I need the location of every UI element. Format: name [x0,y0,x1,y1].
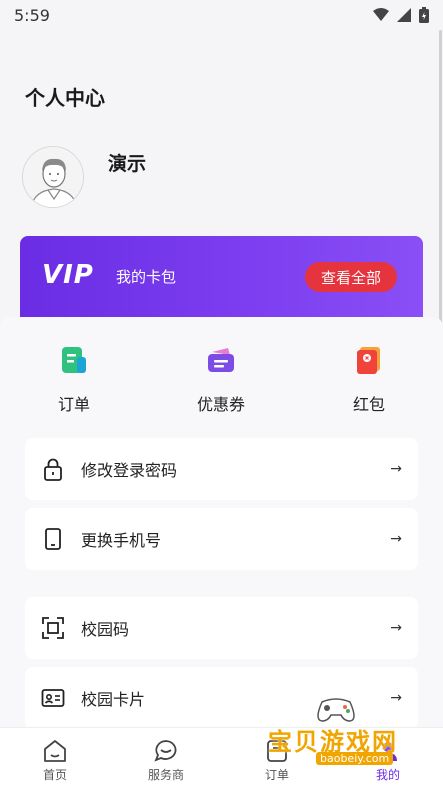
shortcut-order[interactable]: 订单 [29,345,119,415]
tab-service-provider-label: 服务商 [147,768,184,782]
vip-card-label: 我的卡包 [116,268,177,286]
avatar-illustration-icon [23,147,83,207]
phone-icon [45,528,61,550]
view-all-button[interactable]: 查看全部 [305,262,397,292]
menu-campus-card[interactable]: 校园卡片 → [25,667,418,729]
avatar[interactable] [22,146,84,208]
menu-campus-code-label: 校园码 [81,620,130,639]
shortcut-coupon[interactable]: 优惠券 [176,345,266,415]
menu-campus-code[interactable]: 校园码 → [25,597,418,659]
shortcut-coupon-label: 优惠券 [196,395,245,414]
menu-change-phone[interactable]: 更换手机号 → [25,508,418,570]
shortcut-red-packet-label: 红包 [352,395,385,414]
wifi-icon [373,8,389,21]
arrow-right-icon: → [390,461,402,477]
profile-icon [379,742,397,761]
menu-campus-card-label: 校园卡片 [81,690,146,709]
status-icons [373,7,429,23]
red-packet-icon [357,347,380,374]
tab-mine[interactable]: 我的 [358,738,418,783]
arrow-right-icon: → [390,620,402,636]
tab-mine-label: 我的 [375,768,400,782]
signal-icon [397,8,411,22]
arrow-right-icon: → [390,531,402,547]
coupon-icon [208,348,234,372]
shortcut-order-label: 订单 [57,395,90,414]
battery-icon [419,7,429,23]
tab-orders-label: 订单 [264,768,289,782]
tab-home[interactable]: 首页 [25,738,85,783]
menu-change-password[interactable]: 修改登录密码 → [25,438,418,500]
menu-change-phone-label: 更换手机号 [81,531,162,550]
tab-orders[interactable]: 订单 [247,738,307,783]
order-tab-icon [267,740,287,762]
home-icon [44,740,66,762]
id-card-icon [41,689,65,707]
user-name: 演示 [108,153,147,175]
order-icon [62,347,86,373]
lock-icon [44,458,62,481]
tab-service-provider[interactable]: 服务商 [136,738,196,783]
scan-icon [42,617,64,639]
status-bar: 5:59 [0,0,443,30]
shortcut-row: 订单 优惠券 红包 [0,345,443,425]
vip-card[interactable]: VIP 我的卡包 查看全部 [20,236,423,318]
status-time: 5:59 [14,5,50,25]
page-title: 个人中心 [25,86,105,110]
bottom-tab-bar: 首页 服务商 订单 我的 [0,727,443,788]
chat-icon [154,740,177,762]
tab-home-label: 首页 [42,768,67,782]
arrow-right-icon: → [390,690,402,706]
vip-logo: VIP [42,260,94,290]
shortcut-red-packet[interactable]: 红包 [324,345,414,415]
menu-change-password-label: 修改登录密码 [81,461,178,480]
